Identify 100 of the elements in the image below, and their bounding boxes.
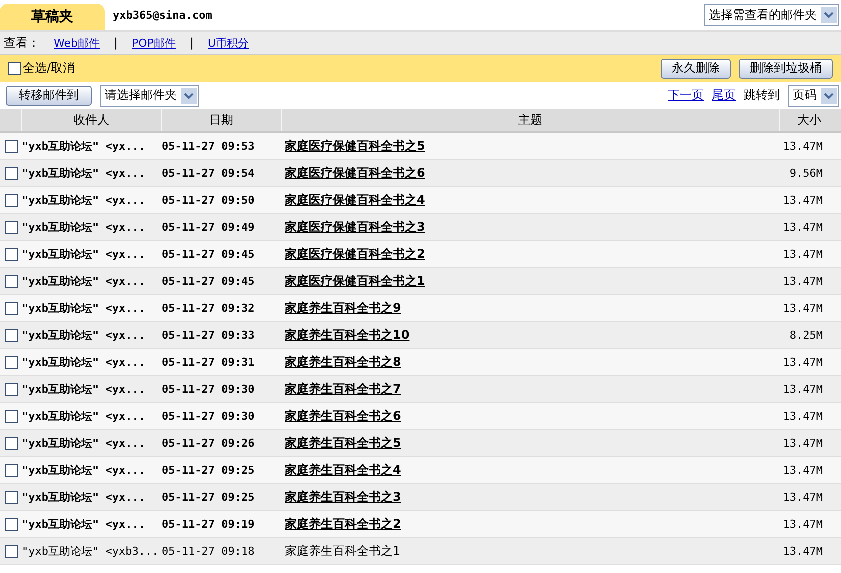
- row-checkbox[interactable]: [4, 194, 18, 206]
- size-cell-text: 9.56M: [788, 166, 824, 182]
- delete-button[interactable]: 删除到垃圾桶: [739, 58, 833, 78]
- recipient-cell-text: "yxb互助论坛" <yx...: [22, 220, 146, 236]
- row-checkbox[interactable]: [4, 328, 18, 342]
- folder-tab[interactable]: 草稿夹: [0, 4, 105, 30]
- date-cell-text: 05-11-27 09:26: [162, 436, 256, 452]
- subject-link[interactable]: 家庭养生百科全书之2: [285, 516, 402, 532]
- recipient-cell-text: "yxb互助论坛" <yx...: [22, 490, 146, 506]
- recipient-cell-text: "yxb互助论坛" <yx...: [22, 300, 146, 316]
- column-header[interactable]: 收件人: [22, 109, 162, 131]
- size-cell-text: 13.47M: [782, 246, 824, 262]
- move-folder-select[interactable]: 请选择邮件夹: [100, 84, 199, 106]
- subject-link[interactable]: 家庭养生百科全书之3: [285, 488, 402, 506]
- dropdown-icon: [821, 7, 837, 23]
- recipient-cell-text: "yxb互助论坛" <yx...: [22, 516, 146, 532]
- size-cell-text: 13.47M: [782, 220, 824, 236]
- subject-link[interactable]: 家庭养生百科全书之9: [285, 300, 402, 316]
- subject-link[interactable]: 家庭养生百科全书之10: [285, 326, 410, 344]
- size-cell-text: 8.25M: [788, 328, 824, 344]
- size-cell-text: 13.47M: [782, 354, 824, 370]
- recipient-cell-text: "yxb互助论坛" <yx...: [22, 408, 146, 424]
- size-cell-text: 13.47M: [782, 274, 824, 290]
- date-cell-text: 05-11-27 09:18: [162, 544, 256, 560]
- row-checkbox[interactable]: [4, 382, 18, 396]
- size-cell-text: 13.47M: [782, 138, 824, 154]
- size-cell-text: 13.47M: [782, 544, 824, 560]
- row-checkbox[interactable]: [4, 464, 18, 476]
- date-cell-text: 05-11-27 09:45: [162, 274, 256, 290]
- view-link[interactable]: POP邮件: [132, 36, 176, 50]
- move-button[interactable]: 转移邮件到: [6, 86, 92, 106]
- dropdown-icon: [181, 88, 197, 104]
- recipient-cell-text: "yxb互助论坛" <yx...: [22, 436, 146, 452]
- recipient-cell-text: "yxb互助论坛" <yx...: [22, 166, 146, 182]
- date-cell-text: 05-11-27 09:19: [162, 516, 256, 532]
- column-header[interactable]: 日期: [162, 109, 282, 131]
- subject-link[interactable]: 家庭医疗保健百科全书之3: [285, 218, 426, 236]
- size-cell-text: 13.47M: [782, 516, 824, 532]
- date-cell-text: 05-11-27 09:50: [162, 192, 256, 208]
- row-checkbox[interactable]: [4, 356, 18, 368]
- row-checkbox[interactable]: [4, 518, 18, 530]
- recipient-cell-text: "yxb互助论坛" <yx...: [22, 462, 146, 478]
- date-cell-text: 05-11-27 09:53: [162, 138, 256, 154]
- size-cell-text: 13.47M: [782, 462, 824, 478]
- subject-link[interactable]: 家庭养生百科全书之5: [285, 434, 402, 452]
- row-checkbox[interactable]: [4, 302, 18, 314]
- account-email: yxb365@sina.com: [113, 8, 214, 22]
- row-checkbox[interactable]: [4, 490, 18, 504]
- view-link[interactable]: Web邮件: [54, 36, 100, 50]
- recipient-cell-text: "yxb互助论坛" <yx...: [22, 192, 146, 208]
- date-cell-text: 05-11-27 09:54: [162, 166, 256, 182]
- column-header[interactable]: 主题: [282, 109, 780, 131]
- date-cell-text: 05-11-27 09:32: [162, 300, 256, 316]
- row-checkbox[interactable]: [4, 436, 18, 450]
- subject-link[interactable]: 家庭养生百科全书之6: [285, 408, 402, 424]
- subject-link[interactable]: 家庭医疗保健百科全书之4: [285, 192, 426, 208]
- next-page-link[interactable]: 下一页: [668, 87, 704, 104]
- recipient-cell-text: "yxb互助论坛" <yx...: [22, 328, 146, 344]
- page-select[interactable]: 页码: [788, 84, 839, 106]
- row-checkbox[interactable]: [4, 410, 18, 422]
- date-cell-text: 05-11-27 09:30: [162, 382, 256, 398]
- select-all-checkbox[interactable]: 全选/取消: [8, 60, 76, 77]
- folder-select[interactable]: 选择需查看的邮件夹: [704, 4, 839, 26]
- date-cell-text: 05-11-27 09:25: [162, 490, 256, 506]
- row-checkbox[interactable]: [4, 544, 18, 558]
- view-link[interactable]: U币积分: [208, 36, 250, 50]
- date-cell-text: 05-11-27 09:45: [162, 246, 256, 262]
- size-cell-text: 13.47M: [782, 300, 824, 316]
- subject-link[interactable]: 家庭医疗保健百科全书之5: [285, 138, 426, 154]
- date-cell-text: 05-11-27 09:30: [162, 408, 256, 424]
- size-cell-text: 13.47M: [782, 408, 824, 424]
- size-cell-text: 13.47M: [782, 490, 824, 506]
- size-cell-text: 13.47M: [782, 192, 824, 208]
- view-label: 查看：: [4, 34, 40, 52]
- date-cell-text: 05-11-27 09:31: [162, 354, 256, 370]
- column-header[interactable]: 大小: [780, 109, 839, 131]
- date-cell-text: 05-11-27 09:25: [162, 462, 256, 478]
- row-checkbox[interactable]: [4, 166, 18, 180]
- jump-label: 跳转到: [744, 87, 780, 104]
- row-checkbox[interactable]: [4, 248, 18, 260]
- date-cell-text: 05-11-27 09:33: [162, 328, 256, 344]
- subject-link[interactable]: 家庭医疗保健百科全书之2: [285, 246, 426, 262]
- recipient-cell-text: "yxb互助论坛" <yx...: [22, 274, 146, 290]
- subject-link[interactable]: 家庭医疗保健百科全书之6: [285, 164, 426, 182]
- row-checkbox[interactable]: [4, 140, 18, 152]
- row-checkbox[interactable]: [4, 220, 18, 234]
- date-cell-text: 05-11-27 09:49: [162, 220, 256, 236]
- recipient-cell-text: "yxb互助论坛" <yx...: [22, 354, 146, 370]
- subject-link[interactable]: 家庭养生百科全书之8: [285, 354, 402, 370]
- size-cell-text: 13.47M: [782, 436, 824, 452]
- separator: |: [114, 36, 118, 50]
- last-page-link[interactable]: 尾页: [712, 87, 736, 104]
- delete-button[interactable]: 永久删除: [661, 58, 731, 78]
- row-checkbox[interactable]: [4, 274, 18, 288]
- recipient-cell-text: "yxb互助论坛" <yx...: [22, 382, 146, 398]
- recipient-cell-text: "yxb互助论坛" <yxb3...: [22, 544, 160, 560]
- subject-link[interactable]: 家庭养生百科全书之7: [285, 380, 402, 398]
- subject-link[interactable]: 家庭养生百科全书之4: [285, 462, 402, 478]
- subject-link[interactable]: 家庭养生百科全书之1: [285, 542, 401, 560]
- subject-link[interactable]: 家庭医疗保健百科全书之1: [285, 272, 426, 290]
